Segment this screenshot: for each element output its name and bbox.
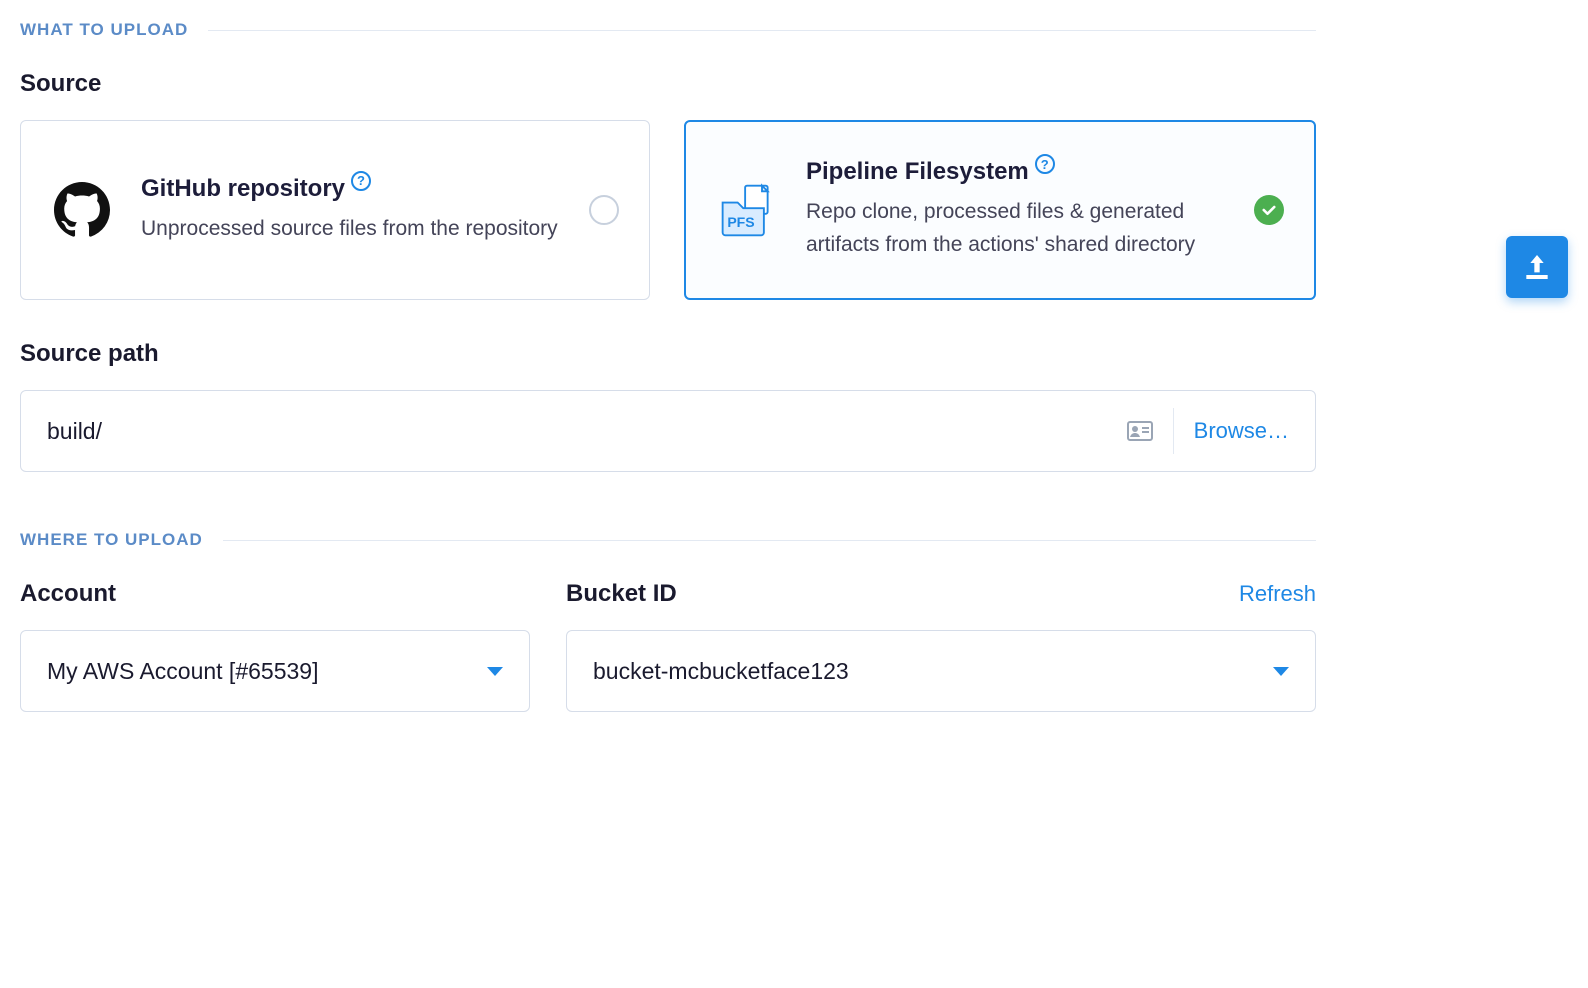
checkmark-selected-icon [1254,195,1284,225]
card-title: GitHub repository [141,175,345,203]
upload-button[interactable] [1506,236,1568,298]
bucket-value: bucket-mcbucketface123 [593,658,849,685]
card-desc: Unprocessed source files from the reposi… [141,213,561,246]
refresh-button[interactable]: Refresh [1239,581,1316,607]
card-title: Pipeline Filesystem [806,158,1029,186]
section-title: WHAT TO UPLOAD [20,20,188,40]
source-path-field[interactable]: Browse… [20,390,1316,472]
section-title: WHERE TO UPLOAD [20,530,203,550]
divider [208,30,1316,31]
source-label: Source [20,70,1316,98]
source-option-pfs[interactable]: PFS Pipeline Filesystem ? Repo clone, pr… [684,120,1316,300]
bucket-label: Bucket ID [566,580,677,608]
card-desc: Repo clone, processed files & generated … [806,196,1226,261]
svg-text:PFS: PFS [727,214,754,230]
help-icon[interactable]: ? [351,171,371,191]
source-path-input[interactable] [47,418,1127,445]
account-label: Account [20,580,116,608]
bucket-select[interactable]: bucket-mcbucketface123 [566,630,1316,712]
pfs-icon: PFS [716,180,778,240]
account-select[interactable]: My AWS Account [#65539] [20,630,530,712]
github-icon [51,182,113,238]
divider [1173,408,1174,454]
upload-icon [1521,251,1553,283]
chevron-down-icon [487,667,503,676]
browse-button[interactable]: Browse… [1194,418,1289,444]
source-path-label: Source path [20,340,1316,368]
radio-unselected-icon [589,195,619,225]
source-option-github[interactable]: GitHub repository ? Unprocessed source f… [20,120,650,300]
section-header-what: WHAT TO UPLOAD [20,20,1316,40]
contact-card-icon [1127,421,1153,441]
section-header-where: WHERE TO UPLOAD [20,530,1316,550]
divider [223,540,1316,541]
help-icon[interactable]: ? [1035,154,1055,174]
chevron-down-icon [1273,667,1289,676]
account-value: My AWS Account [#65539] [47,658,318,685]
